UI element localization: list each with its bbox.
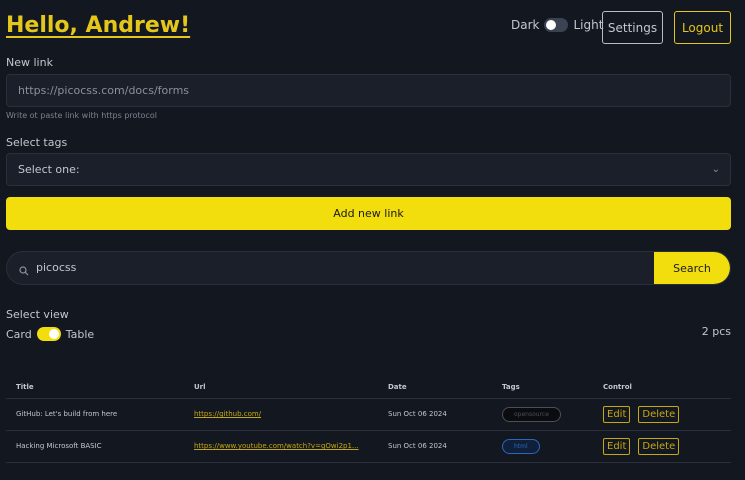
row-title: GitHub: Let's build from here [6, 398, 184, 431]
view-table-label: Table [65, 327, 95, 341]
column-header-tags: Tags [492, 377, 593, 399]
result-count: 2 pcs [701, 325, 731, 338]
tag-badge: opensource [502, 406, 561, 422]
view-toggle[interactable]: Card Table [6, 327, 94, 341]
theme-switch[interactable] [544, 18, 569, 32]
theme-toggle[interactable]: Dark Light [511, 18, 603, 32]
new-link-input[interactable]: https://picocss.com/docs/forms [6, 74, 731, 107]
search-input[interactable]: picocss [36, 252, 76, 284]
view-label: Select view [6, 308, 69, 321]
page-title: Hello, Andrew! [6, 13, 191, 38]
table-row: GitHub: Let's build from here https://gi… [6, 398, 731, 431]
row-url-link[interactable]: https://www.youtube.com/watch?v=gOwi2p1.… [194, 442, 359, 450]
column-header-url: Url [184, 377, 378, 399]
search-icon [19, 261, 29, 280]
tags-label: Select tags [6, 136, 68, 149]
add-link-button[interactable]: Add new link [6, 197, 731, 230]
edit-button[interactable]: Edit [603, 405, 631, 423]
row-url-link[interactable]: https://github.com/ [194, 410, 261, 418]
table-header-row: Title Url Date Tags Control [6, 377, 731, 399]
delete-button[interactable]: Delete [638, 437, 680, 455]
search-bar: picocss Search [6, 251, 731, 285]
settings-button[interactable]: Settings [602, 11, 663, 44]
delete-button[interactable]: Delete [638, 405, 680, 423]
chevron-down-icon: ⌄ [711, 164, 720, 175]
edit-button[interactable]: Edit [603, 437, 631, 455]
tag-badge: html [502, 438, 540, 454]
row-date: Sun Oct 06 2024 [378, 430, 492, 463]
new-link-label: New link [6, 56, 53, 69]
search-button[interactable]: Search [654, 252, 730, 284]
theme-light-label: Light [573, 18, 604, 32]
row-title: Hacking Microsoft BASIC [6, 430, 184, 463]
view-card-label: Card [6, 327, 32, 341]
view-switch[interactable] [36, 327, 61, 341]
tags-select[interactable]: Select one: ⌄ [6, 153, 731, 186]
tags-select-value: Select one: [18, 163, 80, 176]
row-date: Sun Oct 06 2024 [378, 398, 492, 431]
column-header-control: Control [593, 377, 731, 399]
links-table: Title Url Date Tags Control GitHub: Let'… [6, 377, 731, 463]
column-header-date: Date [378, 377, 492, 399]
new-link-helper: Write ot paste link with https protocol [6, 111, 157, 120]
table-row: Hacking Microsoft BASIC https://www.yout… [6, 430, 731, 463]
logout-button[interactable]: Logout [674, 11, 731, 44]
theme-dark-label: Dark [511, 18, 540, 32]
column-header-title: Title [6, 377, 184, 399]
